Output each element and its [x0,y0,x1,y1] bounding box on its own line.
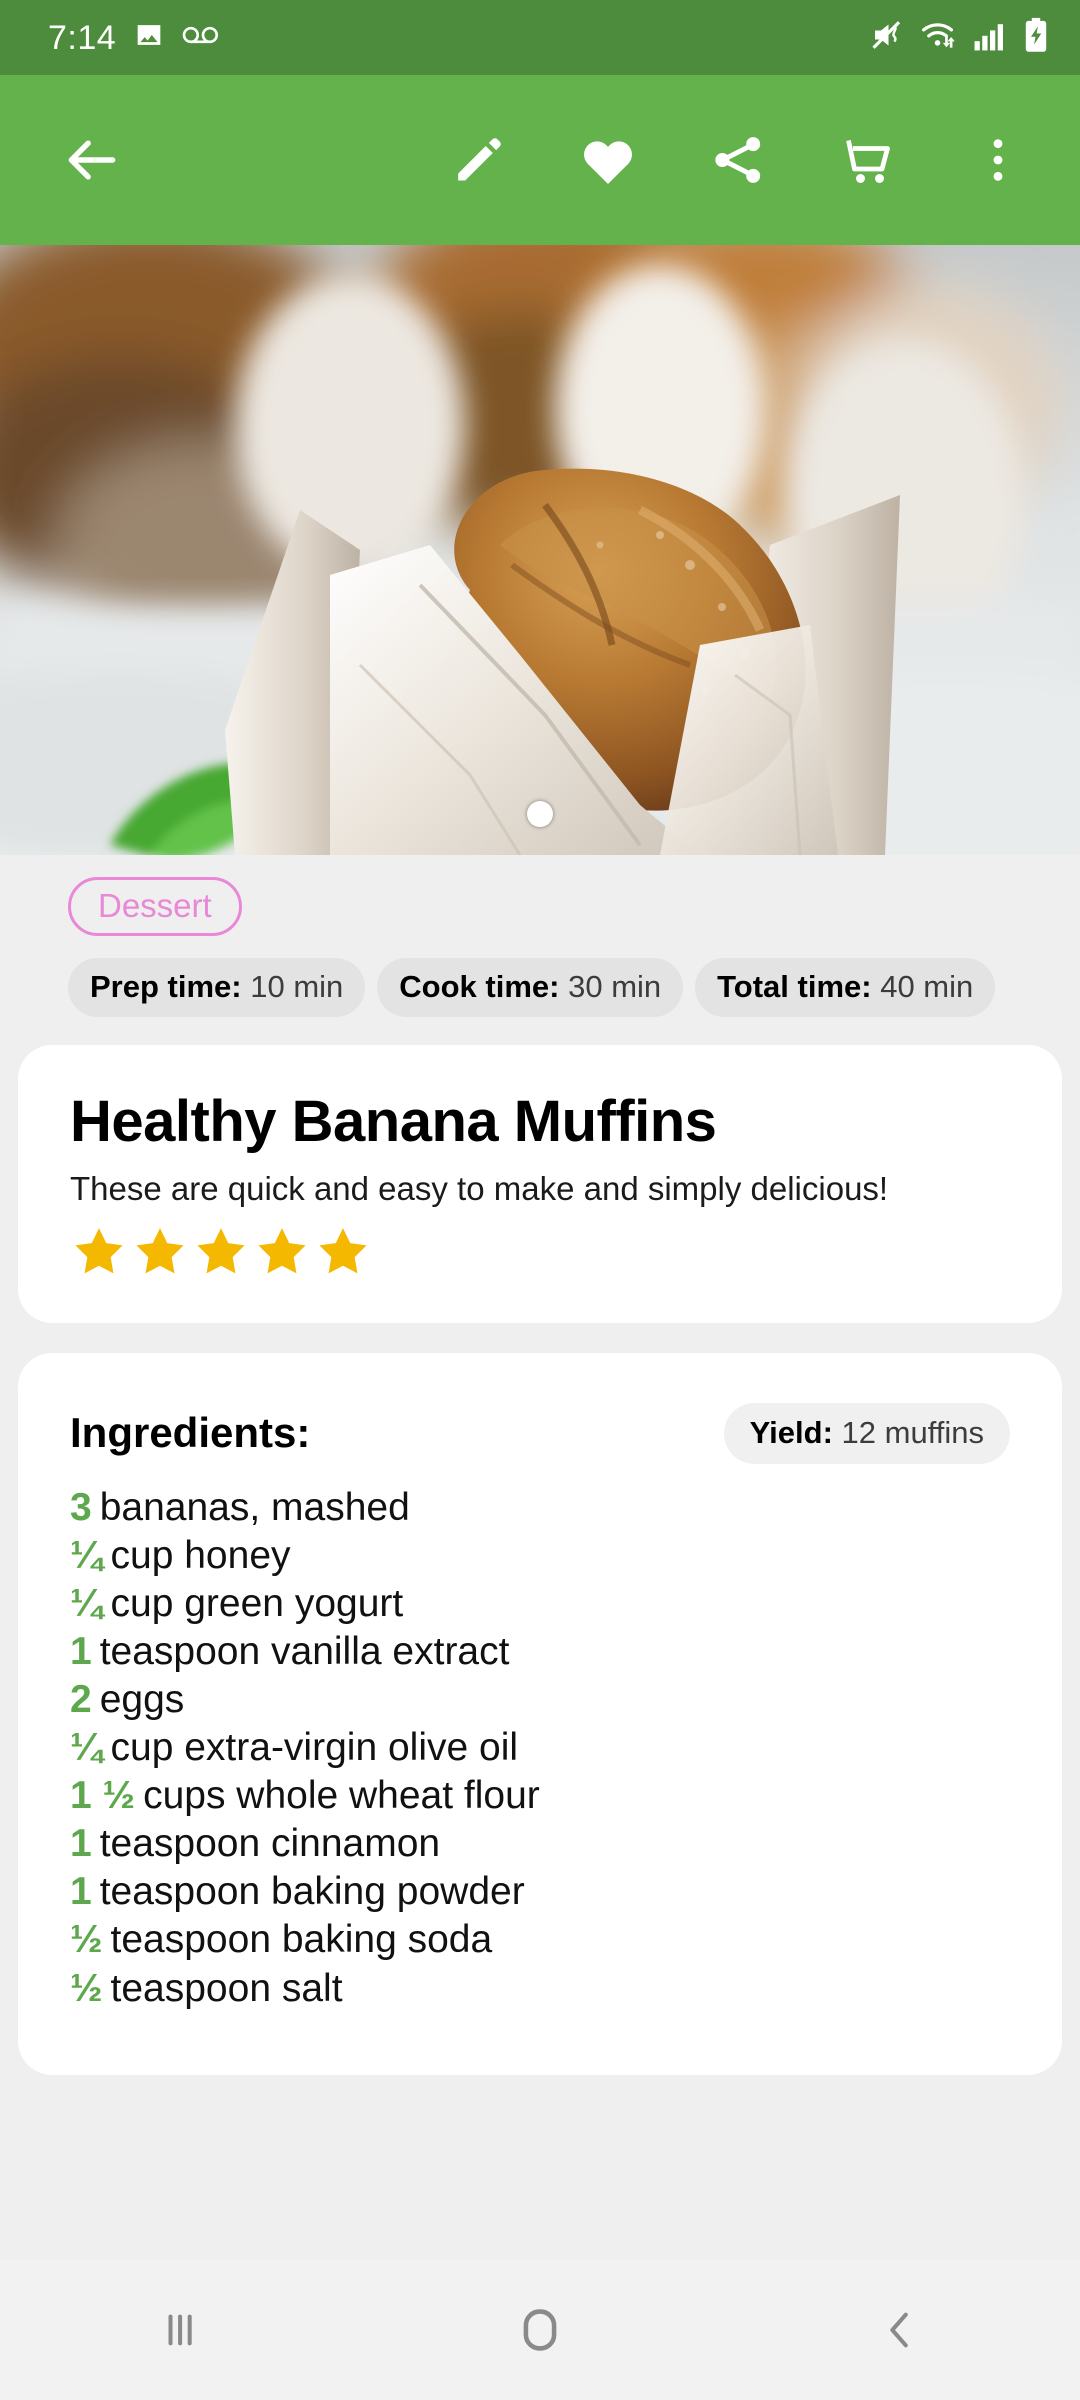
home-button[interactable] [470,2275,610,2385]
rating-stars[interactable] [70,1223,1010,1279]
ingredient-item[interactable]: ¼ cup extra-virgin olive oil [70,1724,1010,1772]
ingredients-list: 3 bananas, mashed ¼ cup honey ¼ cup green yog… [70,1484,1010,2013]
recipe-hero-image[interactable] [0,245,1080,855]
battery-charging-icon [1022,17,1050,58]
prep-time-chip: Prep time: 10 min [68,958,366,1017]
favorite-button[interactable] [560,112,656,208]
carousel-indicator-dot[interactable] [527,801,553,827]
yield-chip: Yield: 12 muffins [723,1402,1010,1464]
image-icon [132,18,166,57]
recipe-title-card: Healthy Banana Muffins These are quick a… [18,1045,1062,1323]
times-row: Prep time: 10 min Cook time: 30 min Tota… [0,958,1080,1017]
total-time-chip: Total time: 40 min [695,958,996,1017]
ingredient-item[interactable]: 1 ½ cups whole wheat flour [70,1772,1010,1820]
cook-time-chip: Cook time: 30 min [377,958,684,1017]
ingredient-item[interactable]: 1 teaspoon baking powder [70,1868,1010,1916]
share-button[interactable] [690,112,786,208]
recents-button[interactable] [110,2275,250,2385]
back-chevron-icon [890,2312,908,2348]
star-icon[interactable] [131,1223,189,1279]
ingredient-quantity: 3 [70,1485,92,1529]
page-title: Healthy Banana Muffins [70,1089,717,1154]
ingredient-quantity: ¼ [70,1726,103,1770]
ingredients-card: Ingredients: Yield: 12 muffins 3 bananas,… [18,1352,1062,2075]
ingredient-name: bananas, mashed [99,1485,410,1529]
ingredient-quantity: 1 ½ [70,1774,136,1818]
total-time-value: 40 min [880,969,974,1004]
star-icon[interactable] [253,1223,311,1279]
system-navigation-bar [0,2260,1080,2400]
ingredient-item[interactable]: ¼ cup honey [70,1532,1010,1580]
category-chip[interactable]: Dessert [68,877,242,936]
ingredients-header: Ingredients: Yield: 12 muffins [70,1402,1010,1464]
recipe-meta: Dessert Prep time: 10 min Cook time: 30 … [0,855,1080,1017]
ingredient-item[interactable]: 3 bananas, mashed [70,1484,1010,1532]
wifi-icon [920,17,958,58]
signal-bars-icon [973,18,1007,57]
app-toolbar [0,75,1080,245]
ingredient-name: teaspoon baking powder [99,1870,525,1914]
total-time-label: Total time: [717,969,872,1004]
ingredient-item[interactable]: 1 teaspoon cinnamon [70,1820,1010,1868]
ingredient-item[interactable]: 2 eggs [70,1676,1010,1724]
ingredient-quantity: 1 [70,1870,92,1914]
voicemail-icon [182,18,220,57]
mute-vibrate-icon [869,17,905,58]
ingredient-name: cup green yogurt [110,1582,404,1625]
ingredients-heading: Ingredients: [70,1409,311,1457]
star-icon[interactable] [70,1223,128,1279]
edit-button[interactable] [430,112,526,208]
recents-icon [168,2314,192,2346]
ingredient-item[interactable]: ½ teaspoon salt [70,1965,1010,2013]
ingredient-name: teaspoon cinnamon [99,1822,441,1866]
nav-back-button[interactable] [830,2275,970,2385]
ingredient-name: teaspoon vanilla extract [99,1630,510,1674]
ingredient-name: cup extra-virgin olive oil [110,1726,519,1770]
ingredient-name: teaspoon baking soda [110,1918,493,1962]
ingredient-item[interactable]: ½ teaspoon baking soda [70,1916,1010,1964]
hero-illustration [0,245,1080,855]
ingredient-quantity: 2 [70,1678,92,1722]
toolbar-actions [430,112,1046,208]
cook-time-label: Cook time: [399,969,560,1004]
shopping-cart-button[interactable] [820,112,916,208]
star-icon[interactable] [314,1223,372,1279]
yield-label: Yield: [749,1414,833,1450]
ingredient-name: teaspoon salt [110,1966,343,2010]
ingredient-name: cup honey [110,1533,291,1577]
ingredient-quantity: ¼ [70,1533,103,1577]
prep-time-value: 10 min [250,969,344,1004]
prep-time-label: Prep time: [90,969,242,1004]
ingredient-quantity: 1 [70,1822,92,1866]
app-screen: 7:14 Dessert Prep time: 10 min Cook time… [0,0,1080,2400]
ingredient-name: cups whole wheat flour [143,1774,540,1818]
overflow-menu-button[interactable] [950,112,1046,208]
ingredient-quantity: ½ [70,1966,103,2010]
status-bar-left: 7:14 [48,18,220,57]
star-icon[interactable] [192,1223,250,1279]
cook-time-value: 30 min [568,969,662,1004]
yield-value: 12 muffins [841,1414,984,1450]
ingredient-quantity: 1 [70,1630,92,1674]
recipe-description: These are quick and easy to make and sim… [70,1169,889,1207]
ingredient-name: eggs [99,1678,185,1722]
home-icon [523,2309,557,2351]
status-time: 7:14 [48,18,117,57]
status-bar: 7:14 [0,0,1080,75]
ingredient-quantity: ¼ [70,1582,103,1625]
ingredient-quantity: ½ [70,1918,103,1962]
back-button[interactable] [44,112,140,208]
ingredient-item[interactable]: 1 teaspoon vanilla extract [70,1628,1010,1676]
status-bar-right [869,17,1050,58]
ingredient-item[interactable]: ¼ cup green yogurt [70,1580,1010,1628]
